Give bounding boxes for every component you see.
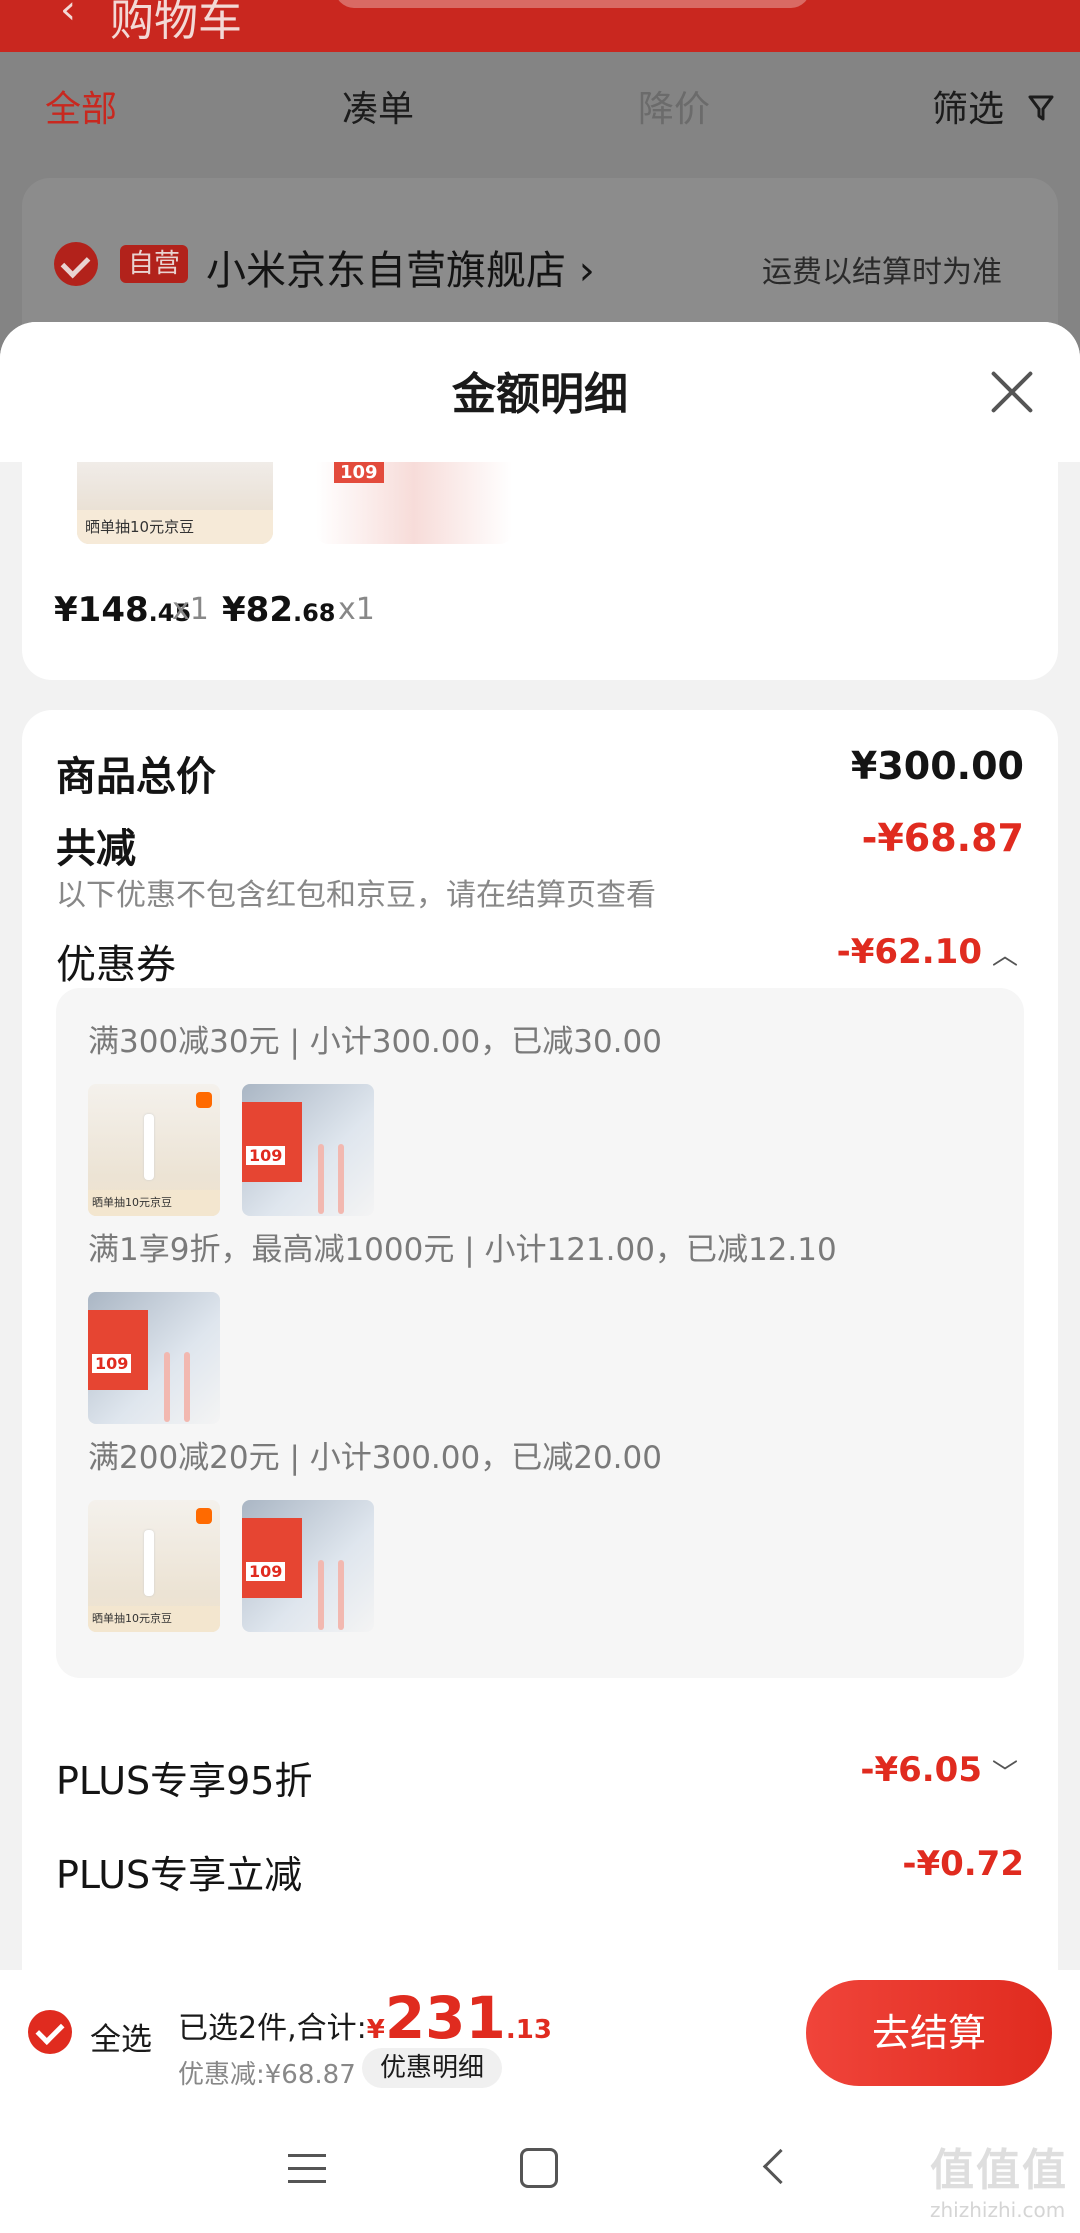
thumb-strip-text: 晒单抽10元京豆 xyxy=(88,1606,220,1632)
product-quantity: x1 xyxy=(338,592,375,627)
coupon-rule: 满200减20元 | 小计300.00，已减20.00 xyxy=(88,1440,662,1476)
system-nav-bar: 值值值 zhizhizhi.com xyxy=(0,2106,1080,2233)
toothbrush-icon xyxy=(338,1560,344,1630)
back-arrow-icon[interactable]: ‹ xyxy=(60,0,76,30)
goods-card: 晒单抽10元京豆 109 ¥148.45 x1 ¥82.68 x1 xyxy=(22,462,1058,680)
thumb-strip-text: 晒单抽10元京豆 xyxy=(77,510,273,544)
plus-discount-value: -¥6.05 xyxy=(860,1750,982,1790)
menu-icon[interactable] xyxy=(288,2154,326,2184)
thumb-price-tag: 109 xyxy=(92,1354,132,1373)
back-icon[interactable] xyxy=(762,2146,788,2190)
thumb-strip-text: 晒单抽10元京豆 xyxy=(88,1190,220,1216)
saved-amount: 优惠减:¥68.87 xyxy=(178,2060,356,2090)
shop-checkbox[interactable] xyxy=(54,242,98,286)
toothbrush-icon xyxy=(144,1114,154,1180)
tab-filter[interactable]: 筛选 xyxy=(932,80,1004,132)
thumb-price-tag: 109 xyxy=(334,462,384,483)
checkout-button[interactable]: 去结算 xyxy=(806,1980,1052,2086)
product-thumbnail[interactable]: 109 xyxy=(316,462,512,544)
toothbrush-icon xyxy=(338,1144,344,1214)
plus-discount-label: PLUS专享95折 xyxy=(56,1759,313,1803)
watermark-url: zhizhizhi.com xyxy=(930,2198,1066,2222)
mi-logo-icon xyxy=(196,1508,212,1524)
promo-banner-icon xyxy=(88,1310,148,1390)
discount-note: 以下优惠不包含红包和京豆，请在结算页查看 xyxy=(56,878,656,913)
select-all-label[interactable]: 全选 xyxy=(90,2014,152,2059)
tab-bundle[interactable]: 凑单 xyxy=(342,80,414,132)
close-icon[interactable] xyxy=(984,364,1040,420)
select-all-checkbox[interactable] xyxy=(28,2010,72,2054)
self-operated-badge: 自营 xyxy=(120,245,189,283)
filter-icon[interactable] xyxy=(1028,94,1054,122)
product-price: ¥82.68 xyxy=(222,590,336,630)
page-title: 购物车 xyxy=(110,0,242,46)
coupon-label: 优惠券 xyxy=(56,942,176,988)
reduced-label: 共减 xyxy=(56,826,136,872)
coupon-value: -¥62.10 xyxy=(836,932,982,972)
coupon-rule: 满300减30元 | 小计300.00，已减30.00 xyxy=(88,1024,662,1060)
mi-logo-icon xyxy=(196,1092,212,1108)
total-value: ¥300.00 xyxy=(850,744,1024,788)
chevron-down-icon: ﹀ xyxy=(991,1759,1018,1789)
checkout-bar: 全选 已选2件,合计:¥231.13 优惠减:¥68.87 优惠明细 去结算 xyxy=(0,1970,1080,2106)
page-header: ‹ 购物车 xyxy=(0,0,1080,52)
toothbrush-icon xyxy=(318,1560,324,1630)
amount-detail-sheet: 金额明细 晒单抽10元京豆 109 ¥148.45 x1 ¥82.68 x1 商… xyxy=(0,322,1080,1970)
plus-discount-toggle[interactable]: -¥6.05 ﹀ xyxy=(860,1750,1018,1790)
discount-detail-button[interactable]: 优惠明细 xyxy=(362,2048,503,2088)
search-bar[interactable] xyxy=(335,0,810,8)
cart-tabs: 全部 凑单 降价 筛选 xyxy=(0,80,1080,136)
tab-price-drop[interactable]: 降价 xyxy=(638,80,710,132)
watermark-logo: 值值值 xyxy=(930,2145,1068,2196)
thumb-price-tag: 109 xyxy=(246,1562,286,1581)
toothbrush-icon xyxy=(144,1530,154,1596)
total-label: 商品总价 xyxy=(56,754,216,800)
promo-banner-icon xyxy=(242,1518,302,1598)
tab-all[interactable]: 全部 xyxy=(45,80,117,132)
sheet-title: 金额明细 xyxy=(452,369,628,420)
toothbrush-icon xyxy=(318,1144,324,1214)
product-quantity: x1 xyxy=(172,592,209,627)
price-breakdown-card: 商品总价 ¥300.00 共减 -¥68.87 以下优惠不包含红包和京豆，请在结… xyxy=(22,710,1058,1970)
coupon-rule: 满1享9折，最高减1000元 | 小计121.00，已减12.10 xyxy=(88,1232,837,1268)
thumb-price-tag: 109 xyxy=(246,1146,286,1165)
product-thumbnail[interactable]: 晒单抽10元京豆 xyxy=(88,1084,220,1216)
reduced-value: -¥68.87 xyxy=(861,816,1024,860)
product-thumbnail[interactable]: 109 xyxy=(242,1500,374,1632)
plus-reduce-value: -¥0.72 xyxy=(902,1844,1024,1884)
home-icon[interactable] xyxy=(520,2148,558,2188)
toothbrush-icon xyxy=(164,1352,170,1422)
promo-banner-icon xyxy=(242,1102,302,1182)
plus-reduce-label: PLUS专享立减 xyxy=(56,1853,303,1897)
coupon-details: 满300减30元 | 小计300.00，已减30.00 晒单抽10元京豆 109… xyxy=(56,988,1024,1678)
product-thumbnail[interactable]: 109 xyxy=(88,1292,220,1424)
shop-name[interactable]: 小米京东自营旗舰店 › xyxy=(206,238,595,296)
toothbrush-icon xyxy=(184,1352,190,1422)
selected-summary: 已选2件,合计:¥231.13 xyxy=(178,1984,552,2052)
product-price: ¥148.45 xyxy=(54,590,192,630)
product-thumbnail[interactable]: 晒单抽10元京豆 xyxy=(77,462,273,544)
product-thumbnail[interactable]: 109 xyxy=(242,1084,374,1216)
coupon-toggle[interactable]: -¥62.10 ︿ xyxy=(837,932,1018,972)
shipping-note: 运费以结算时为准 xyxy=(762,255,1002,290)
sheet-header: 金额明细 xyxy=(0,322,1080,462)
chevron-up-icon: ︿ xyxy=(991,941,1018,971)
product-thumbnail[interactable]: 晒单抽10元京豆 xyxy=(88,1500,220,1632)
